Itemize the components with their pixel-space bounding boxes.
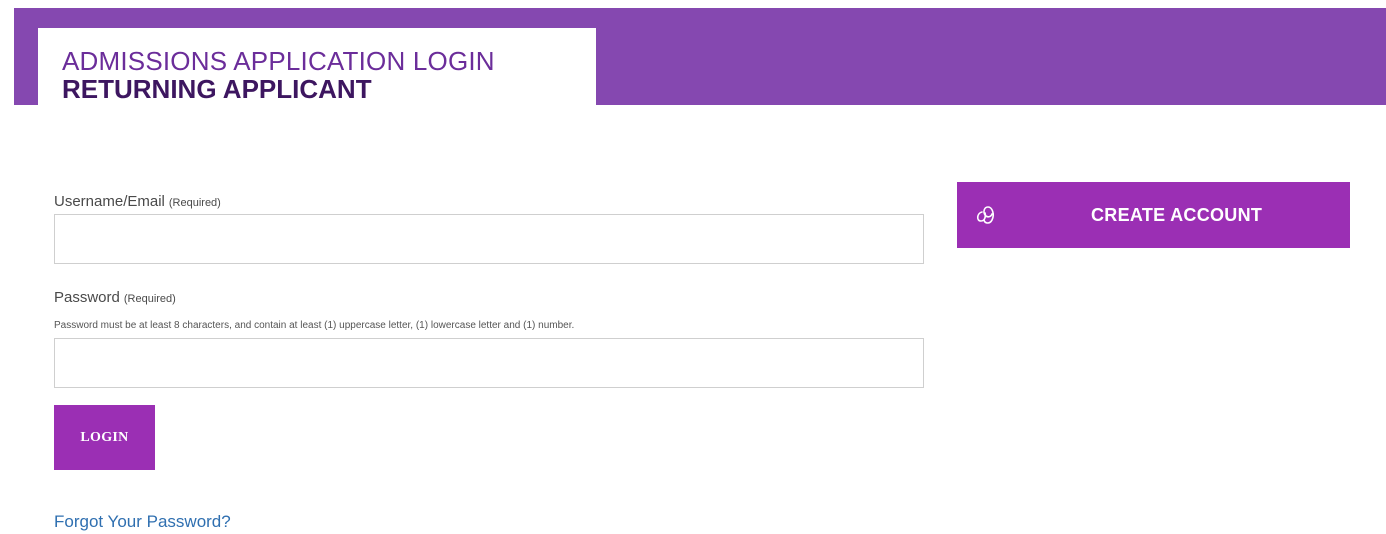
password-required-note: (Required)	[123, 293, 176, 305]
page-subtitle: RETURNING APPLICANT	[62, 74, 372, 104]
page-title: ADMISSIONS APPLICATION LOGIN	[62, 46, 495, 76]
login-button[interactable]: LOGIN	[54, 405, 155, 470]
password-label-text: Password	[54, 289, 120, 306]
password-input[interactable]	[54, 338, 924, 388]
link-icon	[973, 204, 999, 226]
password-label: Password (Required)	[54, 289, 176, 306]
password-hint: Password must be at least 8 characters, …	[54, 320, 575, 331]
username-label: Username/Email (Required)	[54, 193, 221, 210]
username-label-text: Username/Email	[54, 193, 165, 210]
forgot-password-link[interactable]: Forgot Your Password?	[54, 512, 231, 532]
title-card: ADMISSIONS APPLICATION LOGIN RETURNING A…	[38, 28, 596, 105]
username-required-note: (Required)	[168, 197, 221, 209]
create-account-button[interactable]: CREATE ACCOUNT	[957, 182, 1350, 248]
create-account-label: CREATE ACCOUNT	[1091, 205, 1263, 225]
username-input[interactable]	[54, 214, 924, 264]
